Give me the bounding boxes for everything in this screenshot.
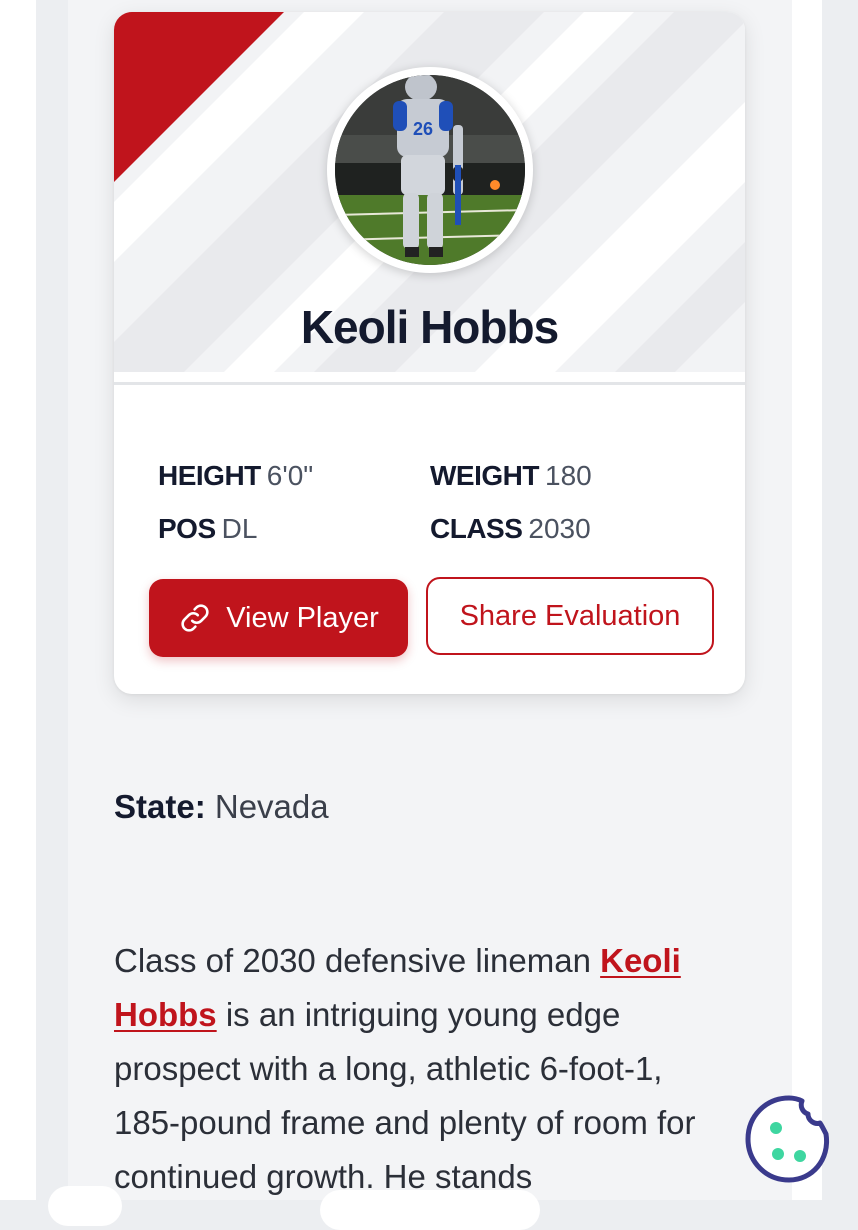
view-player-button[interactable]: View Player [149,579,408,657]
page-gutter-right [792,0,822,1200]
stat-weight: WEIGHT 180 [430,460,592,492]
state-line: State: Nevada [114,788,329,826]
state-label: State: [114,788,206,825]
stat-height: HEIGHT 6'0" [158,460,313,492]
share-evaluation-button[interactable]: Share Evaluation [426,577,714,655]
stat-class: CLASS 2030 [430,513,591,545]
bottom-bar-shape-left [48,1186,122,1226]
stat-value: 2030 [528,513,591,544]
stat-label: HEIGHT [158,460,261,491]
stat-label: POS [158,513,216,544]
stat-value: 180 [545,460,592,491]
cookie-icon [745,1095,830,1183]
page-gutter-left [0,0,36,1200]
stat-position: POS DL [158,513,257,545]
cookie-settings-button[interactable] [742,1092,836,1186]
stat-label: CLASS [430,513,523,544]
avatar-ring: 26 [327,67,533,273]
player-card-header: 26 Keoli Hobbs [114,12,745,372]
player-photo: 26 [335,75,525,265]
paragraph-text-before: Class of 2030 defensive lineman [114,942,601,979]
stat-label: WEIGHT [430,460,540,491]
link-icon [178,601,212,635]
page-margin-right [822,0,858,1200]
jersey-number: 26 [413,119,433,139]
share-evaluation-label: Share Evaluation [459,599,681,632]
bottom-bar-shape-center [320,1190,540,1230]
view-player-label: View Player [226,601,379,634]
player-name: Keoli Hobbs [300,301,559,353]
article-paragraph: Class of 2030 defensive lineman Keoli Ho… [114,934,734,1204]
stat-value: DL [221,513,258,544]
state-value: Nevada [214,788,329,825]
header-divider [114,382,745,385]
stat-value: 6'0" [266,460,314,491]
player-card: 26 Keoli Hobbs HEIGHT 6'0" WEIGHT 180 PO… [114,12,745,694]
